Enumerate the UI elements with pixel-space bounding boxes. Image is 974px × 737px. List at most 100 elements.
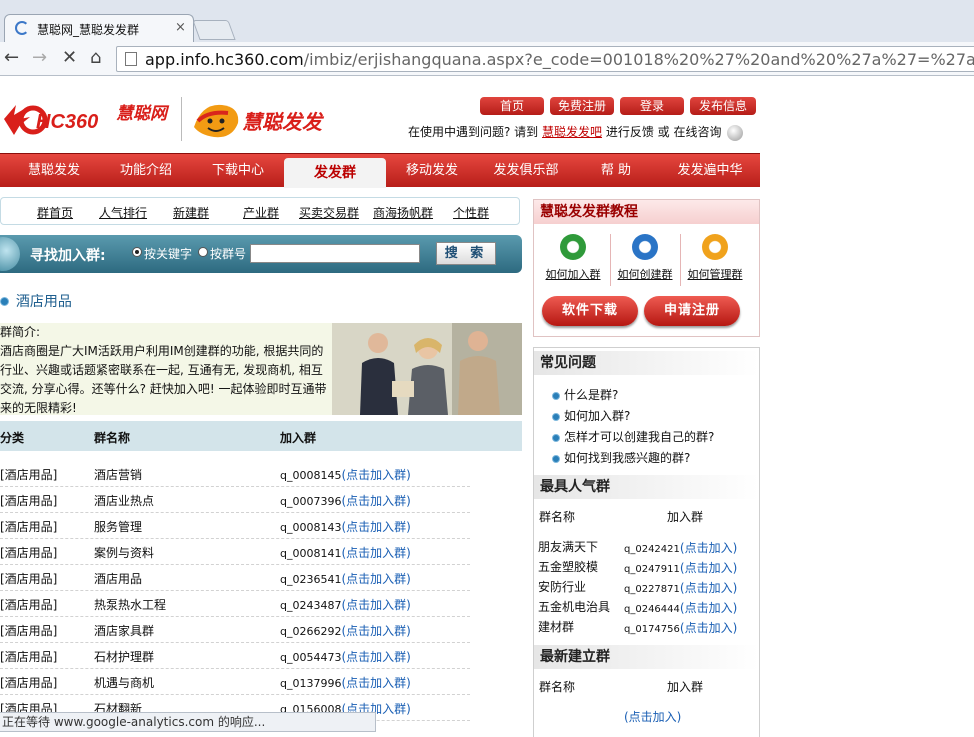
row-name[interactable]: 酒店用品 [94, 570, 142, 587]
row-code: q_0054473(点击加入群) [280, 648, 411, 665]
publish-link[interactable]: 发布信息 [690, 97, 756, 115]
url-text[interactable]: app.info.hc360.com/imbiz/erjishangquana.… [145, 50, 974, 69]
search-input[interactable] [250, 244, 420, 263]
fafa-logo[interactable]: 慧聪发发 [192, 97, 332, 141]
join-link[interactable]: (点击加入) [680, 561, 737, 575]
join-group-link[interactable]: (点击加入群) [341, 572, 410, 586]
back-arrow-icon[interactable]: ← [4, 48, 19, 68]
group-table-header: 分类 群名称 加入群 [0, 421, 522, 451]
register-button[interactable]: 申请注册 [644, 296, 740, 326]
nav-features[interactable]: 功能介绍 [96, 154, 196, 188]
tutorial-create[interactable]: 如何创建群 [610, 234, 680, 282]
row-category: [酒店用品] [0, 494, 58, 508]
join-group-link[interactable]: (点击加入群) [341, 520, 410, 534]
newest-join-link[interactable]: (点击加入) [624, 708, 681, 725]
join-link[interactable]: (点击加入) [680, 621, 737, 635]
faq-text: 怎样才可以创建我自己的群? [564, 430, 715, 444]
join-link[interactable]: (点击加入) [680, 581, 737, 595]
popular-col-name: 群名称 [539, 510, 576, 524]
faq-text: 如何加入群? [564, 409, 631, 423]
online-consult-link[interactable]: 在线咨询 [674, 125, 722, 139]
popular-code: q_0174756(点击加入) [624, 619, 737, 636]
browser-status-bar: 正在等待 www.google-analytics.com 的响应... [0, 712, 376, 732]
join-link[interactable]: (点击加入) [680, 601, 737, 615]
subnav-business[interactable]: 商海扬帆群 [373, 204, 433, 221]
nav-download[interactable]: 下载中心 [188, 154, 288, 188]
join-group-link[interactable]: (点击加入群) [341, 598, 410, 612]
stop-icon[interactable]: ✕ [62, 48, 77, 68]
radio-keyword[interactable] [132, 247, 142, 257]
row-name[interactable]: 热泵热水工程 [94, 596, 166, 613]
subnav-popular[interactable]: 人气排行 [99, 204, 147, 221]
faq-item[interactable]: 如何加入群? [552, 407, 630, 424]
hc360-logo[interactable]: HC360 慧聪网 [0, 95, 178, 141]
bullet-icon [552, 454, 560, 463]
download-button[interactable]: 软件下载 [542, 296, 638, 326]
join-group-link[interactable]: (点击加入群) [341, 624, 410, 638]
subnav-industry[interactable]: 产业群 [243, 204, 279, 221]
popular-title: 最具人气群 [534, 475, 759, 499]
row-name[interactable]: 酒店营销 [94, 466, 142, 483]
row-code: q_0266292(点击加入群) [280, 622, 411, 639]
nav-groups[interactable]: 发发群 [284, 158, 386, 188]
popular-name[interactable]: 五金塑胶模 [538, 558, 598, 575]
popular-name[interactable]: 安防行业 [538, 578, 586, 595]
tutorial-join[interactable]: 如何加入群 [538, 234, 608, 282]
nav-mobile[interactable]: 移动发发 [384, 154, 480, 188]
new-tab-button[interactable] [192, 20, 236, 40]
popular-name[interactable]: 五金机电治具 [538, 598, 610, 615]
logo-fafa-text: 慧聪发发 [242, 110, 325, 134]
search-button[interactable]: 搜 索 [436, 242, 496, 265]
row-name[interactable]: 服务管理 [94, 518, 142, 535]
register-link[interactable]: 免费注册 [550, 97, 614, 115]
fafa-forum-link[interactable]: 慧聪发发吧 [542, 125, 602, 139]
home-link[interactable]: 首页 [480, 97, 544, 115]
join-group-link[interactable]: (点击加入群) [341, 546, 410, 560]
nav-club[interactable]: 发发俱乐部 [476, 154, 576, 188]
subnav-home[interactable]: 群首页 [37, 204, 73, 221]
popular-name[interactable]: 朋友满天下 [538, 538, 598, 555]
search-title: 寻找加入群: [30, 248, 106, 264]
join-group-link[interactable]: (点击加入群) [341, 468, 410, 482]
tab-close-icon[interactable]: × [175, 20, 186, 35]
row-code-value: q_0137996 [280, 677, 342, 690]
tutorial-manage[interactable]: 如何管理群 [680, 234, 750, 282]
row-name[interactable]: 石材护理群 [94, 648, 154, 665]
nav-china[interactable]: 发发遍中华 [660, 154, 760, 188]
subnav-trade[interactable]: 买卖交易群 [299, 204, 359, 221]
popular-name[interactable]: 建材群 [538, 618, 574, 635]
faq-text: 什么是群? [564, 388, 619, 402]
row-code-value: q_0243487 [280, 599, 342, 612]
join-group-link[interactable]: (点击加入群) [341, 494, 410, 508]
row-name[interactable]: 案例与资料 [94, 544, 154, 561]
join-group-link[interactable]: (点击加入群) [341, 676, 410, 690]
nav-fafa[interactable]: 慧聪发发 [0, 154, 108, 188]
row-name[interactable]: 机遇与商机 [94, 674, 154, 691]
address-bar[interactable]: app.info.hc360.com/imbiz/erjishangquana.… [116, 46, 974, 72]
row-name[interactable]: 酒店家具群 [94, 622, 154, 639]
row-name[interactable]: 酒店业热点 [94, 492, 154, 509]
radio-number[interactable] [198, 247, 208, 257]
help-globe-icon[interactable] [727, 124, 744, 141]
intro-text-block: 群简介: 酒店商圈是广大IM活跃用户利用IM创建群的功能, 根据共同的行业、兴趣… [0, 323, 330, 418]
table-row: [酒店用品] 热泵热水工程 q_0243487(点击加入群) [0, 591, 470, 617]
browser-tab[interactable]: 慧聪网_慧聪发发群 × [4, 14, 194, 42]
home-icon[interactable]: ⌂ [90, 48, 101, 68]
tutorial-join-label: 如何加入群 [545, 268, 601, 281]
login-link[interactable]: 登录 [620, 97, 684, 115]
subnav-personal[interactable]: 个性群 [453, 204, 489, 221]
row-code: q_0008145(点击加入群) [280, 466, 411, 483]
forward-arrow-icon[interactable]: → [32, 48, 47, 68]
bullet-icon [552, 433, 560, 442]
faq-item[interactable]: 什么是群? [552, 386, 618, 403]
category-title: 酒店用品 [15, 294, 72, 310]
join-link[interactable]: (点击加入) [680, 541, 737, 555]
url-host: app.info.hc360.com [145, 50, 304, 69]
nav-help[interactable]: 帮 助 [568, 154, 664, 188]
bullet-icon [0, 296, 9, 306]
join-group-link[interactable]: (点击加入群) [341, 650, 410, 664]
faq-item[interactable]: 如何找到我感兴趣的群? [552, 449, 690, 466]
subnav-new[interactable]: 新建群 [173, 204, 209, 221]
faq-item[interactable]: 怎样才可以创建我自己的群? [552, 428, 714, 445]
help-middle: 进行反馈 或 [605, 125, 670, 139]
